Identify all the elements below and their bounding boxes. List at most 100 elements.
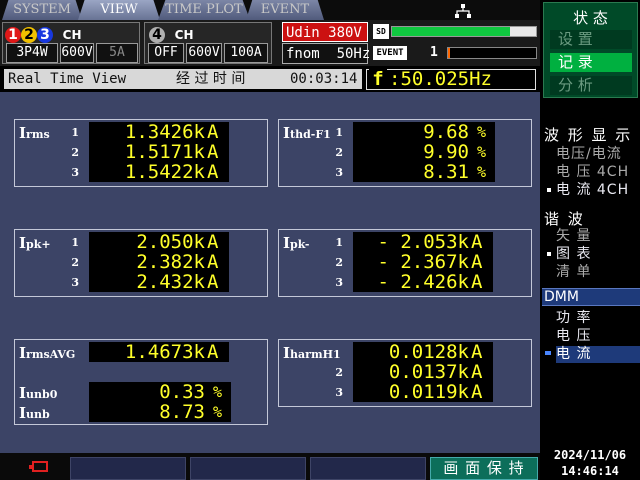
channel-number: 3 — [335, 166, 343, 179]
channel-number: 1 — [335, 236, 343, 249]
ithd-label: Ithd-F1 — [283, 124, 331, 142]
ch2-badge: 2 — [21, 27, 37, 43]
sd-card-icon: SD — [373, 24, 389, 39]
irms-ch1-value: 1.3426k — [89, 122, 207, 142]
harmonic-item-graph[interactable]: 图 表 — [556, 246, 640, 263]
channel-number: 3 — [71, 276, 79, 289]
channel-number: 2 — [335, 256, 343, 269]
ipk-plus-ch2-unit: A — [207, 252, 229, 272]
iharm-ch2-unit: A — [471, 362, 493, 382]
tab-system[interactable]: SYSTEM — [2, 0, 82, 20]
ithd-ch3-value: 8.31 — [353, 162, 471, 182]
menu-item-analysis[interactable]: 分 析 — [550, 76, 632, 95]
view-title-bar: Real Time View 经 过 时 间 00:03:14 — [4, 69, 362, 89]
iharm-ch3-unit: A — [471, 382, 493, 402]
panel-iharm-h1: IharmH1 0.0128k A 2 0.0137k A 3 0.0119k … — [278, 339, 532, 407]
ipk-minus-ch3-value: - 2.426k — [353, 272, 471, 292]
time-display: 14:46:14 — [561, 464, 619, 478]
tab-time-plot[interactable]: TIME PLOT — [158, 0, 250, 20]
ipk-plus-label: Ipk+ — [19, 234, 51, 252]
ipk-plus-ch3-value: 2.432k — [89, 272, 207, 292]
selected-marker-icon — [545, 351, 551, 355]
panel-irms-avg-unbalance: IrmsAVG 1.4673k A Iunb0 0.33 % Iunb 8.73… — [14, 339, 268, 425]
ipk-plus-ch1-value: 2.050k — [89, 232, 207, 252]
iunb0-unit: % — [207, 382, 231, 402]
view-tabs: SYSTEM VIEW TIME PLOT EVENT — [0, 0, 540, 20]
event-count: 1 — [430, 45, 438, 60]
ipk-minus-ch1-unit: A — [471, 232, 493, 252]
ithd-ch2-unit: % — [471, 142, 495, 162]
irms-ch2-value: 1.5171k — [89, 142, 207, 162]
frequency-box: f :50.025Hz — [366, 68, 536, 90]
dmm-item-current[interactable]: 电 流 — [556, 346, 640, 363]
submenu-panel: 波 形 显 示 电压/电流 电 压 4CH 电 流 4CH 谐 波 矢 量 图 … — [540, 118, 640, 374]
ch4-badge: 4 — [149, 27, 165, 43]
selected-marker-icon — [547, 252, 551, 256]
ch4-voltage: 600V — [186, 43, 222, 63]
channel-number: 1 — [335, 126, 343, 139]
wiring-label: 3P4W — [6, 43, 58, 63]
harmonic-item-list[interactable]: 清 单 — [556, 264, 640, 281]
ch1-badge: 1 — [5, 27, 21, 43]
view-name: Real Time View — [8, 71, 127, 87]
iunb0-value: 0.33 — [89, 382, 207, 402]
function-key-3[interactable] — [310, 457, 426, 480]
elapsed-time: 00:03:14 — [290, 71, 358, 87]
function-key-2[interactable] — [190, 457, 306, 480]
channel-number: 2 — [71, 256, 79, 269]
dmm-item-voltage[interactable]: 电 压 — [556, 328, 640, 345]
right-menu: 状 态 设 置 记 录 分 析 波 形 显 示 电压/电流 电 压 4CH 电 … — [540, 0, 640, 480]
waveform-item-voltage-current[interactable]: 电压/电流 — [556, 146, 640, 163]
freq-value: :50.025Hz — [389, 68, 492, 90]
ch3-badge: 3 — [37, 27, 53, 43]
tab-event[interactable]: EVENT — [246, 0, 324, 20]
waveform-item-current-4ch[interactable]: 电 流 4CH — [556, 182, 640, 199]
tab-view[interactable]: VIEW — [78, 0, 160, 20]
event-bar — [447, 47, 537, 59]
harmonic-item-vector[interactable]: 矢 量 — [556, 228, 640, 245]
measurement-area: Irms 1 1.3426k A 2 1.5171k A 3 1.5422k A… — [0, 92, 540, 453]
sd-level-bar — [391, 26, 537, 37]
ch4-wiring: OFF — [148, 43, 184, 63]
ch4-current: 100A — [224, 43, 268, 63]
irms-label: Irms — [19, 124, 50, 142]
irms-avg-unit: A — [207, 342, 229, 362]
current-range: 5A — [96, 43, 138, 63]
ch4-suffix: CH — [174, 28, 194, 42]
channel-number: 2 — [335, 146, 343, 159]
ipk-plus-ch3-unit: A — [207, 272, 229, 292]
harmonic-title: 谐 波 — [544, 210, 585, 228]
iharm-ch1-unit: A — [471, 342, 493, 362]
channel-number: 1 — [71, 236, 79, 249]
main-menu: 状 态 设 置 记 录 分 析 — [543, 2, 638, 98]
ipk-minus-ch3-unit: A — [471, 272, 493, 292]
ipk-plus-ch2-value: 2.382k — [89, 252, 207, 272]
fnom-label: fnom 50Hz — [282, 43, 370, 64]
function-key-1[interactable] — [70, 457, 186, 480]
iunb-unit: % — [207, 402, 231, 422]
dmm-item-power[interactable]: 功 率 — [556, 310, 640, 327]
ithd-ch1-value: 9.68 — [353, 122, 471, 142]
channel-number: 2 — [71, 146, 79, 159]
waveform-item-voltage-4ch[interactable]: 电 压 4CH — [556, 164, 640, 181]
iharm-label: IharmH1 — [283, 344, 341, 362]
info-bar: Real Time View 经 过 时 间 00:03:14 f :50.02… — [0, 67, 540, 91]
dmm-title: DMM — [542, 288, 640, 306]
panel-ithd: Ithd-F1 1 9.68 % 2 9.90 % 3 8.31 % — [278, 119, 532, 187]
ipk-minus-ch1-value: - 2.053k — [353, 232, 471, 252]
ithd-ch1-unit: % — [471, 122, 495, 142]
menu-item-settings[interactable]: 设 置 — [550, 30, 632, 49]
channel-group-123: 123 CH 3P4W 600V 5A — [2, 22, 140, 64]
ipk-minus-ch2-unit: A — [471, 252, 493, 272]
channel-number: 1 — [71, 126, 79, 139]
irms-ch2-unit: A — [207, 142, 229, 162]
iharm-ch1-value: 0.0128k — [353, 342, 471, 362]
iunb-value: 8.73 — [89, 402, 207, 422]
hold-screen-button[interactable]: 画 面 保 持 — [430, 457, 538, 480]
ipk-minus-label: Ipk- — [283, 234, 310, 252]
menu-item-record[interactable]: 记 录 — [550, 53, 632, 72]
irms-avg-value: 1.4673k — [89, 342, 207, 362]
iharm-ch3-value: 0.0119k — [353, 382, 471, 402]
irms-ch1-unit: A — [207, 122, 229, 142]
network-icon — [455, 3, 471, 18]
